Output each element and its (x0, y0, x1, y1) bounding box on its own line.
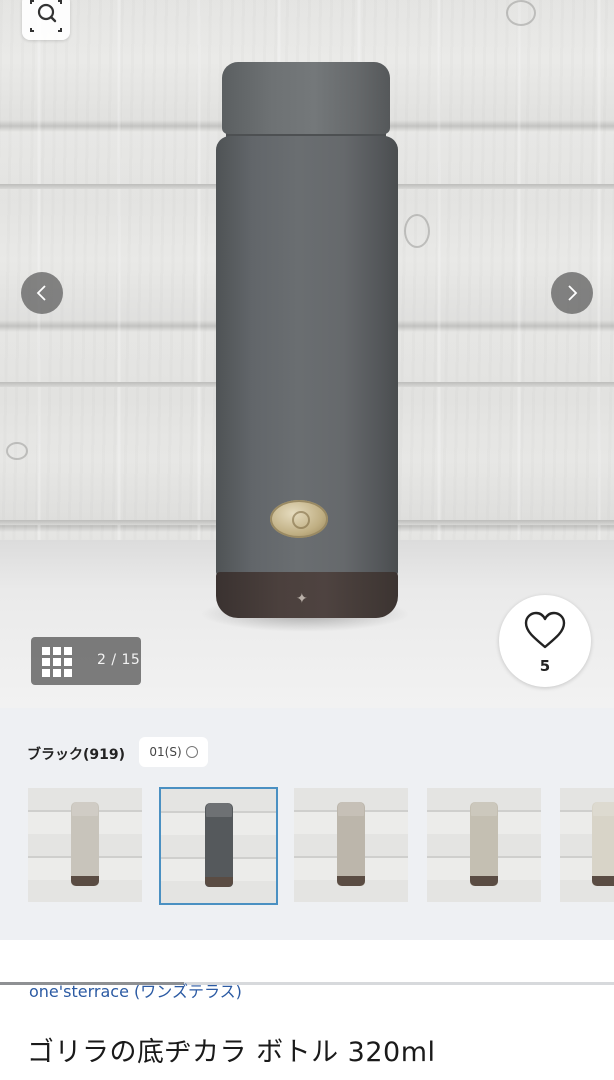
favorite-button[interactable]: 5 (499, 595, 591, 687)
zoom-search-icon (30, 0, 62, 32)
brand-link[interactable]: one'sterrace (ワンズテラス) (29, 978, 242, 1002)
color-thumbnail[interactable] (28, 788, 142, 902)
next-image-button[interactable] (551, 272, 593, 314)
bottle-cap (222, 62, 390, 134)
product-image[interactable]: ✦ 2 / 15 5 (0, 0, 614, 708)
variant-selector: ブラック(919) 01(S) (0, 708, 614, 985)
image-counter: 2 / 15 (97, 652, 141, 668)
zoom-button[interactable] (22, 0, 70, 40)
chevron-right-icon (568, 285, 578, 301)
color-thumbnails (0, 787, 614, 985)
thumbnail-bottle (71, 802, 99, 886)
wood-knot (404, 214, 430, 248)
thumbnail-bottle (470, 802, 498, 886)
color-thumbnail-selected[interactable] (159, 787, 278, 905)
product-title: ゴリラの底ヂカラ ボトル 320ml (27, 1037, 436, 1068)
wood-knot (506, 0, 536, 26)
gorilla-emblem (270, 500, 328, 538)
availability-circle-icon (185, 746, 198, 758)
chevron-left-icon (36, 285, 46, 301)
selected-color-label: ブラック(919) (27, 747, 126, 763)
thumbnail-bottle (337, 802, 365, 886)
thumbnail-bottle (204, 803, 233, 887)
color-thumbnail[interactable] (427, 788, 541, 902)
thumbnail-bottle (592, 802, 614, 886)
grid-icon (42, 647, 72, 677)
heart-outline-icon (524, 611, 566, 649)
image-grid-button[interactable]: 2 / 15 (31, 637, 141, 685)
size-option-chip[interactable]: 01(S) (139, 737, 208, 767)
color-thumbnail[interactable] (294, 788, 408, 902)
favorite-count: 5 (539, 657, 551, 675)
size-option-label: 01(S) (149, 745, 182, 759)
prev-image-button[interactable] (21, 272, 63, 314)
color-thumbnail[interactable] (560, 788, 614, 902)
wood-knot (6, 442, 28, 460)
sparkle-mark: ✦ (296, 591, 308, 607)
